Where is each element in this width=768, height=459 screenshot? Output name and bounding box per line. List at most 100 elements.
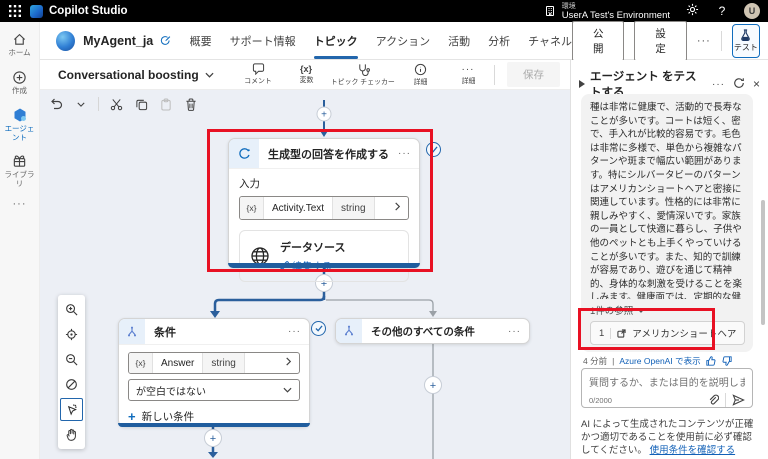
bot-message-bubble: 種は非常に健康で、活動的で長寿なことが多いです。コートは短く、密で、手入れが比較… [581, 94, 753, 352]
pan-tool-button[interactable] [60, 423, 83, 446]
reset-view-button[interactable] [60, 373, 83, 396]
tab-activity[interactable]: 活動 [448, 22, 470, 59]
send-button[interactable] [732, 394, 745, 406]
node-menu-button[interactable]: ··· [288, 326, 309, 337]
node-all-other-conditions[interactable]: その他のすべての条件 ··· [335, 318, 530, 344]
variable-token-icon: {x} [129, 353, 153, 373]
node-title: その他のすべての条件 [362, 324, 475, 339]
sidebar-item-create[interactable]: 作成 [1, 70, 39, 96]
condition-variable-row[interactable]: {x} Answer string [128, 352, 300, 374]
agent-edit-icon[interactable] [159, 34, 171, 47]
chevron-right-icon[interactable] [285, 357, 299, 369]
plus-icon: + [128, 412, 136, 422]
node-title: 条件 [145, 324, 176, 340]
condition-branch-icon [336, 319, 362, 343]
condition-operator-dropdown[interactable]: が空白ではない [128, 379, 300, 401]
sidebar-item-agents[interactable]: エージェント [1, 107, 39, 142]
panel-scrollbar[interactable] [761, 200, 765, 325]
settings-gear-icon[interactable] [684, 3, 700, 19]
edit-toolbar [48, 96, 199, 112]
bot-message-text: 種は非常に健康で、活動的で長寿なことが多いです。コートは短く、密で、手入れが比較… [590, 101, 744, 299]
brand[interactable]: Copilot Studio [30, 5, 128, 18]
plus-circle-icon [12, 70, 27, 85]
condition-branch-icon [119, 319, 145, 344]
test-agent-button[interactable]: テスト [732, 24, 760, 58]
zoom-in-button[interactable] [60, 298, 83, 321]
svg-text:+: + [321, 110, 327, 121]
home-icon [12, 32, 27, 47]
tab-overview[interactable]: 概要 [190, 22, 212, 59]
authoring-canvas[interactable]: + + + + Conversational boosting コメント [40, 60, 570, 459]
cut-button[interactable] [108, 96, 124, 112]
save-button[interactable]: 保存 [507, 62, 560, 87]
svg-text:+: + [210, 433, 216, 445]
undo-button[interactable] [48, 96, 64, 112]
input-variable-row[interactable]: {x} Activity.Text string [239, 196, 409, 220]
delete-button[interactable] [183, 96, 199, 112]
details-info-button[interactable]: 詳細 [398, 63, 442, 87]
app-launcher-icon[interactable] [0, 0, 30, 22]
variable-token-icon: {x} [240, 197, 264, 219]
divider [494, 65, 495, 85]
datasource-card[interactable]: データソース 編集する [239, 230, 409, 282]
zoom-out-button[interactable] [60, 348, 83, 371]
node-menu-button[interactable]: ··· [508, 326, 529, 337]
comment-button[interactable]: コメント [236, 63, 280, 86]
chevron-right-icon[interactable] [394, 202, 408, 214]
info-icon [414, 63, 427, 76]
send-icon [732, 394, 745, 406]
center-canvas-button[interactable] [60, 323, 83, 346]
tab-support[interactable]: サポート情報 [230, 22, 296, 59]
header-more-button[interactable]: ··· [697, 35, 711, 47]
environment-picker[interactable]: 環境 UserA Test's Environment [544, 2, 670, 20]
tab-topics[interactable]: トピック [314, 22, 358, 59]
stethoscope-icon [357, 63, 370, 76]
details-more-button[interactable]: ··· 詳細 [446, 64, 490, 86]
refresh-conversation-button[interactable] [733, 77, 745, 92]
thumbs-up-icon[interactable] [706, 356, 716, 366]
tab-analytics[interactable]: 分析 [488, 22, 510, 59]
topic-name-dropdown[interactable]: Conversational boosting [58, 68, 214, 82]
thumbs-down-icon[interactable] [722, 356, 732, 366]
select-tool-button[interactable] [60, 398, 83, 421]
terms-link[interactable]: 使用条件を確認する [650, 445, 736, 456]
node-menu-button[interactable]: ··· [398, 148, 419, 159]
app-title: Copilot Studio [49, 5, 128, 17]
paperclip-icon [708, 394, 719, 406]
topic-toolbar: Conversational boosting コメント {x} 変数 トピック… [40, 60, 570, 90]
chat-input-box[interactable]: 質問するか、または目的を説明します 0/2000 [581, 368, 753, 408]
topic-checker-button[interactable]: トピック チェッカー [332, 63, 394, 87]
executed-path-bar [228, 263, 420, 268]
copilot-studio-logo-icon [30, 5, 43, 18]
undo-chevron-button[interactable] [73, 96, 89, 112]
node-title: 生成型の回答を作成する [259, 146, 389, 162]
collapse-panel-icon[interactable] [579, 80, 585, 88]
reference-link[interactable]: 1 アメリカンショートヘア [590, 321, 745, 345]
copy-button[interactable] [133, 96, 149, 112]
sidebar-item-library[interactable]: ライブラリ [1, 154, 39, 188]
slash-circle-icon [65, 378, 78, 391]
user-avatar[interactable]: U [744, 3, 760, 19]
settings-button[interactable]: 設定 [634, 21, 686, 61]
agent-tabs: 概要 サポート情報 トピック アクション 活動 分析 チャネル [190, 22, 572, 59]
azure-openai-link[interactable]: Azure OpenAI で表示 [619, 355, 700, 367]
sidebar-item-more[interactable]: ··· [1, 200, 39, 209]
variables-button[interactable]: {x} 変数 [284, 64, 328, 85]
chat-input-placeholder: 質問するか、または目的を説明します [589, 374, 745, 389]
attach-file-button[interactable] [708, 394, 719, 406]
tab-actions[interactable]: アクション [376, 22, 430, 59]
close-panel-button[interactable]: × [753, 77, 760, 91]
help-icon[interactable]: ? [714, 4, 730, 18]
paste-button[interactable] [158, 96, 174, 112]
node-condition[interactable]: 条件 ··· {x} Answer string が空白ではない + 新しい条件 [118, 318, 310, 427]
chevron-down-icon [637, 308, 645, 313]
node-generative-answers[interactable]: 生成型の回答を作成する ··· 入力 {x} Activity.Text str… [228, 138, 420, 268]
publish-button[interactable]: 公開 [572, 21, 624, 61]
agent-header-bar: MyAgent_ja 概要 サポート情報 トピック アクション 活動 分析 チャ… [40, 22, 768, 60]
sidebar-item-home[interactable]: ホーム [1, 32, 39, 58]
trash-icon [185, 98, 197, 111]
add-condition-button[interactable]: + 新しい条件 [128, 409, 300, 424]
references-toggle[interactable]: 1件の参照 [590, 303, 744, 317]
panel-more-button[interactable]: ··· [712, 79, 725, 90]
tab-channels[interactable]: チャネル [528, 22, 572, 59]
